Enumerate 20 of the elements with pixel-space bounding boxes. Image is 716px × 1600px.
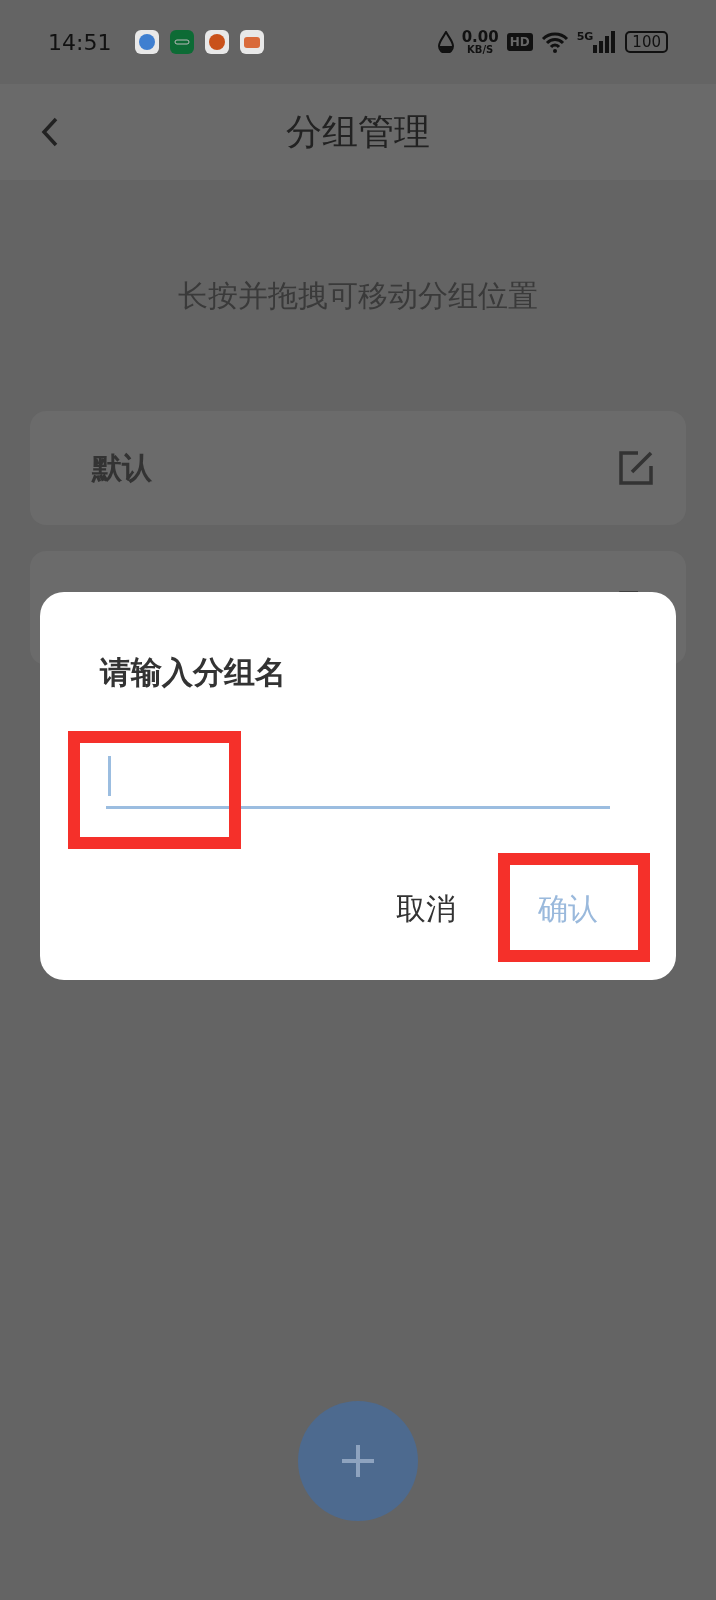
page-title: 分组管理 <box>286 109 430 154</box>
wifi-icon <box>540 31 569 53</box>
edit-icon[interactable] <box>618 450 654 486</box>
cancel-button[interactable]: 取消 <box>396 889 456 930</box>
battery-indicator: 100 <box>625 31 668 53</box>
store-app-icon <box>170 30 195 54</box>
status-time: 14:51 <box>48 29 112 55</box>
group-row[interactable]: 默认 <box>30 411 686 525</box>
drop-icon <box>437 31 454 53</box>
speed-value: 0.00 <box>461 29 499 45</box>
game-app-icon <box>240 30 265 54</box>
signal-icon <box>593 31 618 53</box>
music-app-icon <box>205 30 230 54</box>
dialog-title: 请输入分组名 <box>100 653 287 692</box>
hd-badge: HD <box>506 33 533 51</box>
network-type: 5G <box>576 29 594 43</box>
back-icon[interactable] <box>40 116 60 148</box>
group-name: 默认 <box>92 448 152 487</box>
browser-app-icon <box>135 30 160 54</box>
speed-unit: KB/S <box>467 44 494 55</box>
